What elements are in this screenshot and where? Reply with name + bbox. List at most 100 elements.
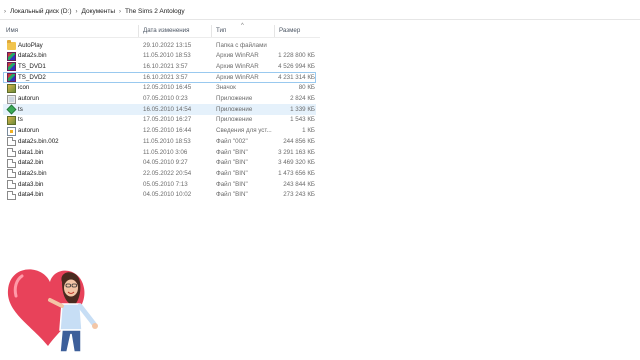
file-name: AutoPlay: [18, 41, 43, 49]
file-row[interactable]: icon 12.05.2010 16:45 Значок 80 КБ: [3, 83, 316, 94]
address-bar[interactable]: › Локальный диск (D:) › Документы › The …: [0, 4, 640, 20]
column-header-name[interactable]: Имя: [6, 27, 18, 37]
file-size: 243 844 КБ: [283, 180, 315, 188]
file-type: Файл "BIN": [216, 180, 248, 188]
file-type: Приложение: [216, 105, 253, 113]
file-date: 11.05.2010 3:06: [143, 148, 188, 156]
breadcrumb-item-documents[interactable]: Документы: [82, 8, 116, 15]
file-name: data2s.bin: [18, 52, 47, 60]
folder-icon: [7, 40, 16, 50]
file-size: 3 469 320 КБ: [278, 159, 315, 167]
sims-icon: [6, 104, 17, 115]
file-row[interactable]: data2s.bin.002 11.05.2010 18:53 Файл "00…: [3, 136, 316, 147]
file-name: data2.bin: [18, 159, 44, 167]
breadcrumb-item-folder[interactable]: The Sims 2 Antology: [125, 8, 185, 15]
file-type: Файл "BIN": [216, 148, 248, 156]
file-date: 05.05.2010 7:13: [143, 180, 188, 188]
file-name: autorun: [18, 95, 39, 102]
file-size: 1 228 800 КБ: [278, 52, 315, 60]
file-name: data4.bin: [18, 191, 44, 199]
file-name: data2s.bin: [18, 169, 47, 177]
file-row[interactable]: ts 16.05.2010 14:54 Приложение 1 339 КБ: [3, 104, 316, 115]
setup-info-icon: [7, 126, 16, 136]
file-type: Архив WinRAR: [216, 52, 259, 60]
file-name: data2s.bin.002: [18, 137, 59, 145]
file-size: 80 КБ: [298, 84, 315, 92]
file-size: 1 339 КБ: [290, 105, 315, 113]
file-icon: [7, 190, 16, 200]
file-date: 22.05.2022 20:54: [143, 169, 192, 177]
file-row[interactable]: data2s.bin 22.05.2022 20:54 Файл "BIN" 1…: [3, 168, 316, 179]
file-row[interactable]: TS_DVD2 16.10.2021 3:57 Архив WinRAR 4 2…: [3, 72, 316, 83]
file-name: ts: [18, 116, 23, 124]
file-name: data3.bin: [18, 180, 44, 188]
column-header-row: ^ Имя Дата изменения Тип Размер: [0, 23, 320, 38]
file-name: TS_DVD2: [18, 73, 46, 81]
file-row[interactable]: data4.bin 04.05.2010 10:02 Файл "BIN" 27…: [3, 190, 316, 201]
file-name: data1.bin: [18, 148, 44, 156]
file-row[interactable]: AutoPlay 29.10.2022 13:15 Папка с файлам…: [3, 40, 316, 51]
file-row[interactable]: ts 17.05.2010 16:27 Приложение 1 543 КБ: [3, 115, 316, 126]
sort-up-icon: ^: [241, 23, 244, 29]
file-icon: [7, 180, 16, 190]
file-date: 11.05.2010 18:53: [143, 137, 191, 145]
file-name: TS_DVD1: [18, 62, 46, 70]
file-size: 4 526 994 КБ: [278, 62, 315, 70]
file-date: 04.05.2010 10:02: [143, 191, 192, 199]
file-row[interactable]: data1.bin 11.05.2010 3:06 Файл "BIN" 3 2…: [3, 147, 316, 158]
column-divider[interactable]: [211, 25, 212, 37]
file-size: 244 856 КБ: [283, 137, 315, 145]
column-header-date[interactable]: Дата изменения: [143, 27, 190, 37]
file-name: icon: [18, 84, 30, 92]
file-date: 12.05.2010 16:44: [143, 127, 192, 135]
file-date: 07.05.2010 0:23: [143, 95, 188, 102]
ico-icon: [7, 83, 16, 93]
chevron-right-icon: ›: [75, 8, 78, 15]
file-type: Приложение: [216, 95, 253, 102]
file-icon: [7, 169, 16, 179]
file-size: 3 291 163 КБ: [278, 148, 315, 156]
winrar-icon: [7, 62, 16, 72]
ico-icon: [7, 115, 16, 125]
file-date: 04.05.2010 9:27: [143, 159, 188, 167]
file-size: 4 231 314 КБ: [278, 73, 315, 81]
chevron-right-icon: ›: [119, 8, 122, 15]
column-header-type[interactable]: Тип: [216, 27, 226, 37]
file-type: Файл "002": [216, 137, 248, 145]
file-size: 273 243 КБ: [283, 191, 315, 199]
file-type: Архив WinRAR: [216, 62, 259, 70]
chevron-right-icon: ›: [4, 8, 6, 15]
file-type: Сведения для уст...: [216, 127, 272, 135]
file-date: 12.05.2010 16:45: [143, 84, 192, 92]
file-date: 16.05.2010 14:54: [143, 105, 192, 113]
file-size: 1 473 656 КБ: [278, 169, 315, 177]
file-name: autorun: [18, 127, 39, 135]
file-icon: [7, 158, 16, 168]
file-row[interactable]: autorun 07.05.2010 0:23 Приложение 2 824…: [3, 94, 316, 105]
file-date: 11.05.2010 18:53: [143, 52, 191, 60]
winrar-icon: [7, 51, 16, 61]
file-type: Папка с файлами: [216, 41, 267, 49]
file-date: 17.05.2010 16:27: [143, 116, 192, 124]
file-date: 16.10.2021 3:57: [143, 73, 188, 81]
file-date: 16.10.2021 3:57: [143, 62, 188, 70]
file-icon: [7, 148, 16, 157]
file-type: Файл "BIN": [216, 169, 248, 177]
breadcrumb-item-disk[interactable]: Локальный диск (D:): [10, 8, 72, 15]
column-divider[interactable]: [138, 25, 139, 37]
file-row[interactable]: data3.bin 05.05.2010 7:13 Файл "BIN" 243…: [3, 179, 316, 190]
file-type: Файл "BIN": [216, 159, 248, 167]
column-header-size[interactable]: Размер: [279, 27, 300, 37]
file-type: Файл "BIN": [216, 191, 248, 199]
file-row[interactable]: data2s.bin 11.05.2010 18:53 Архив WinRAR…: [3, 51, 316, 62]
file-size: 1 КБ: [302, 127, 315, 135]
file-type: Приложение: [216, 116, 253, 124]
file-type: Архив WinRAR: [216, 73, 259, 81]
column-divider[interactable]: [274, 25, 275, 37]
file-row[interactable]: autorun 12.05.2010 16:44 Сведения для ус…: [3, 126, 316, 137]
file-name: ts: [18, 105, 23, 113]
file-row[interactable]: data2.bin 04.05.2010 9:27 Файл "BIN" 3 4…: [3, 158, 316, 169]
heart-avatar-sticker: [2, 260, 112, 360]
file-type: Значок: [216, 84, 236, 92]
file-row[interactable]: TS_DVD1 16.10.2021 3:57 Архив WinRAR 4 5…: [3, 61, 316, 72]
